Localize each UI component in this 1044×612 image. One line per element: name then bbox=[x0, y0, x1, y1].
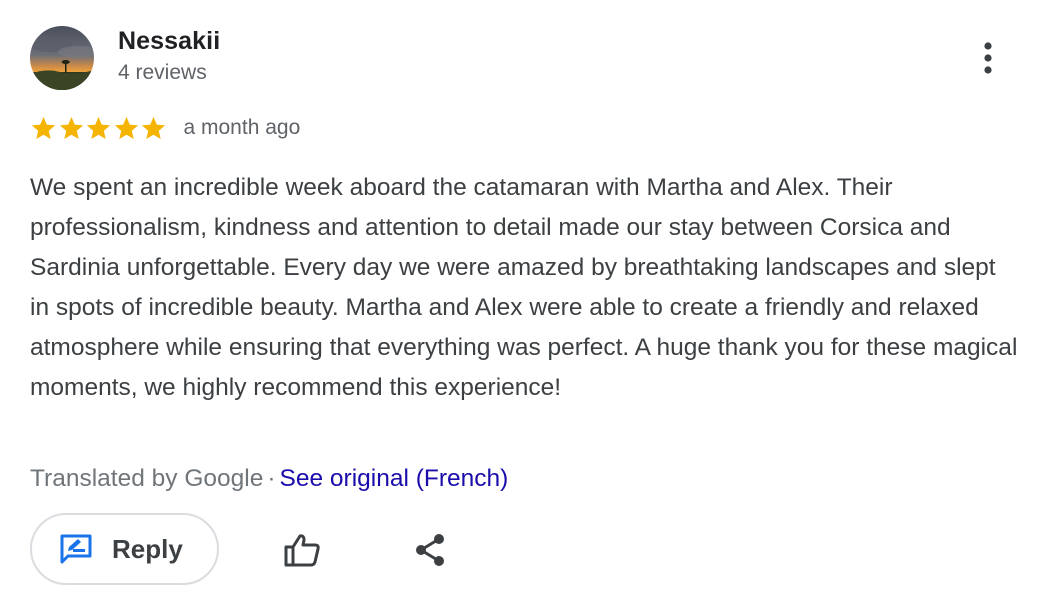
translation-info: Translated by Google · See original (Frenc… bbox=[30, 465, 508, 493]
reply-label: Reply bbox=[112, 533, 183, 564]
share-icon bbox=[416, 534, 444, 566]
star-icon bbox=[31, 116, 56, 139]
separator-dot: · bbox=[267, 465, 276, 492]
review-text: We spent an incredible week aboard the c… bbox=[30, 174, 1018, 401]
review-count: 4 reviews bbox=[118, 61, 207, 84]
star-icon bbox=[141, 116, 166, 139]
more-vert-icon bbox=[984, 42, 992, 74]
translated-by-label: Translated by Google bbox=[30, 465, 264, 492]
star-rating bbox=[30, 115, 168, 142]
see-original-link[interactable]: See original (French) bbox=[280, 465, 509, 492]
reviewer-name[interactable]: Nessakii bbox=[118, 27, 220, 56]
reply-button[interactable]: Reply bbox=[30, 513, 219, 585]
star-icon bbox=[86, 116, 111, 139]
reply-edit-icon bbox=[60, 534, 92, 564]
more-options-button[interactable] bbox=[968, 38, 1008, 78]
review-card: Nessakii 4 reviews a month ago We spent … bbox=[0, 0, 1044, 612]
reviewer-avatar[interactable] bbox=[30, 26, 94, 90]
review-date: a month ago bbox=[183, 116, 301, 139]
thumb-up-icon bbox=[284, 534, 320, 567]
like-button[interactable] bbox=[280, 528, 324, 572]
rating-row: a month ago bbox=[30, 113, 300, 143]
star-icon bbox=[59, 116, 83, 139]
share-button[interactable] bbox=[408, 528, 452, 572]
star-icon bbox=[114, 116, 138, 139]
